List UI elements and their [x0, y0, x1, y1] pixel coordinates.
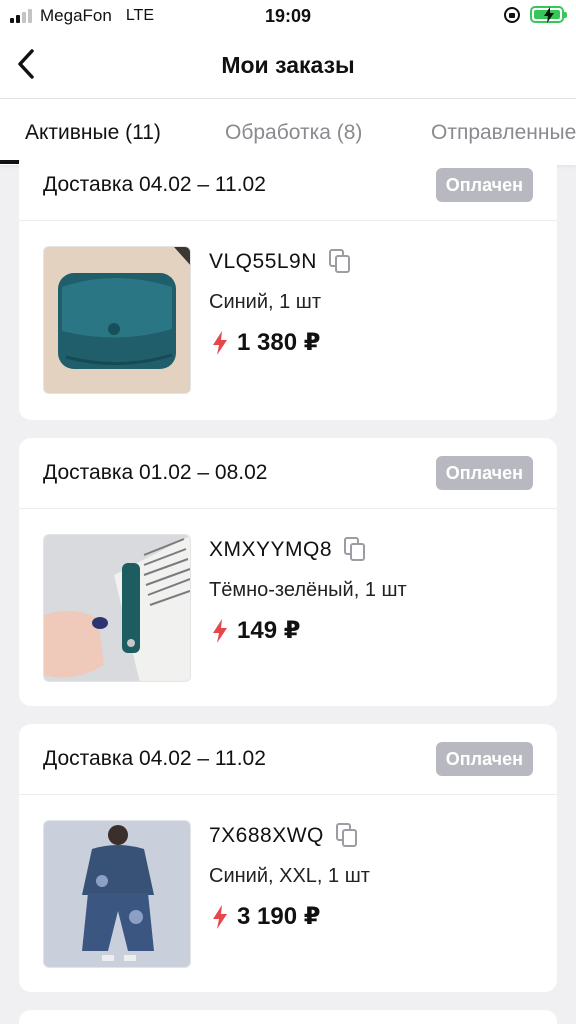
- order-card-header: Доставка 04.02 – 11.02 Оплачен: [19, 724, 557, 795]
- product-code: XMXYYMQ8: [209, 538, 333, 561]
- tab-shipped[interactable]: Отправленные: [431, 121, 576, 145]
- product-code: 7X688XWQ: [209, 824, 324, 847]
- product-code-row: XMXYYMQ8: [209, 537, 368, 563]
- price-row: 149 ₽: [211, 616, 300, 645]
- product-price: 1 380 ₽: [237, 329, 321, 356]
- product-variant: Синий, XXL, 1 шт: [209, 865, 370, 887]
- price-row: 3 190 ₽: [211, 902, 320, 931]
- product-variant: Тёмно-зелёный, 1 шт: [209, 579, 407, 601]
- order-card[interactable]: Доставка 04.02 – 11.02 Оплачен VLQ55L9N …: [19, 150, 557, 420]
- product-image[interactable]: [43, 534, 191, 682]
- status-badge: Оплачен: [435, 456, 533, 490]
- outfit-image: [44, 821, 190, 967]
- page-title: Мои заказы: [221, 52, 355, 78]
- product-price: 3 190 ₽: [237, 903, 321, 930]
- lightning-icon: [213, 618, 227, 643]
- product-variant: Синий, 1 шт: [209, 291, 322, 313]
- product-image[interactable]: [43, 246, 191, 394]
- order-card[interactable]: [19, 1010, 557, 1024]
- order-card[interactable]: Доставка 04.02 – 11.02 Оплачен 7X688XWQ …: [19, 724, 557, 992]
- copy-icon[interactable]: [344, 537, 368, 563]
- delivery-dates: Доставка 04.02 – 11.02: [43, 747, 266, 770]
- rotation-lock-icon: [504, 6, 520, 23]
- app-header: Мои заказы: [0, 32, 576, 99]
- tab-active[interactable]: Активные (11): [25, 121, 161, 145]
- strap-image: [44, 535, 190, 681]
- status-time: 19:09: [264, 6, 312, 26]
- lightning-icon: [213, 904, 227, 929]
- product-price: 149 ₽: [237, 617, 301, 644]
- wallet-image: [44, 247, 190, 393]
- price-row: 1 380 ₽: [211, 328, 320, 357]
- order-card-header: Доставка 04.02 – 11.02 Оплачен: [19, 150, 557, 221]
- order-card[interactable]: Доставка 01.02 – 08.02 Оплачен XMXYYMQ8 …: [19, 438, 557, 706]
- status-right: [504, 6, 567, 23]
- order-card-header: Доставка 01.02 – 08.02 Оплачен: [19, 438, 557, 509]
- status-badge: Оплачен: [435, 742, 533, 776]
- product-code: VLQ55L9N: [209, 250, 317, 273]
- battery-icon: [530, 6, 567, 23]
- tab-processing[interactable]: Обработка (8): [225, 121, 362, 145]
- lightning-icon: [213, 330, 227, 355]
- copy-icon[interactable]: [328, 249, 353, 275]
- copy-icon[interactable]: [335, 823, 360, 849]
- status-badge: Оплачен: [435, 168, 533, 202]
- product-code-row: VLQ55L9N: [209, 249, 353, 275]
- product-code-row: 7X688XWQ: [209, 823, 360, 849]
- delivery-dates: Доставка 01.02 – 08.02: [43, 461, 268, 484]
- product-image[interactable]: [43, 820, 191, 968]
- delivery-dates: Доставка 04.02 – 11.02: [43, 173, 266, 196]
- status-bar: MegaFon LTE 19:09: [0, 0, 576, 32]
